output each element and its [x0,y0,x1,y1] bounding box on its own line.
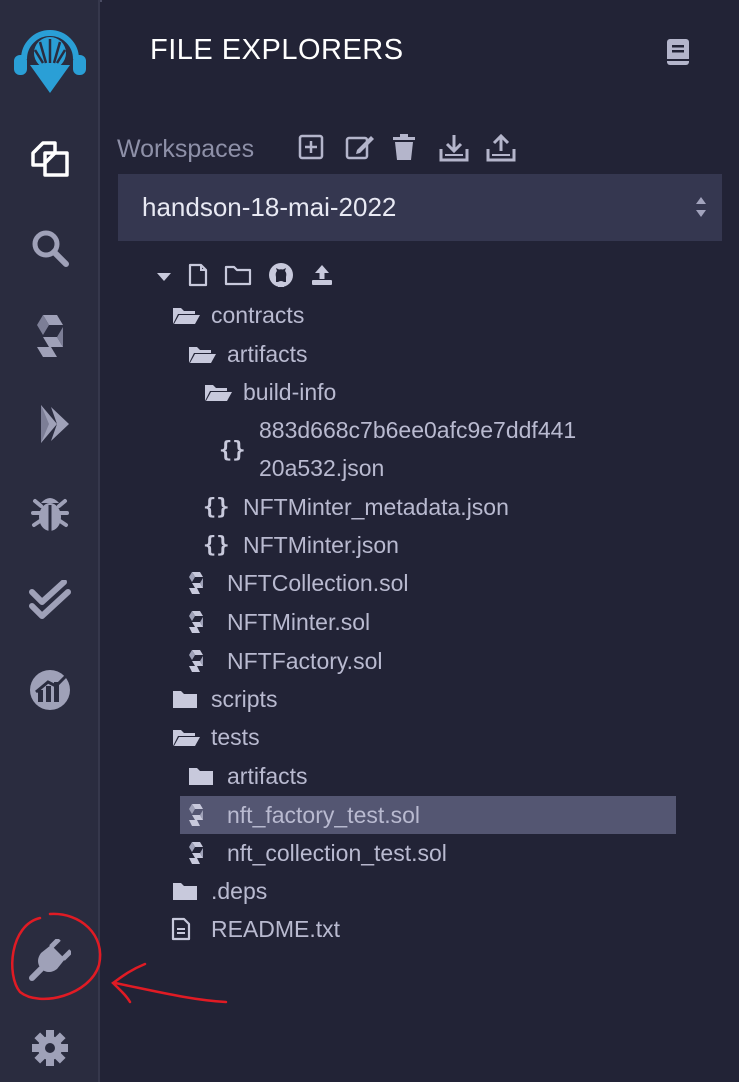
tree-item-label: artifacts [227,340,308,367]
tree-item-label: artifacts [227,762,308,789]
solidity-unit-testing-icon[interactable] [22,572,78,628]
tree-folder-contracts[interactable]: contracts [171,297,304,333]
text-file-icon [171,917,211,941]
file-explorer-panel: FILE EXPLORERS Workspaces handson-18-mai… [102,0,739,1082]
tree-folder-deps[interactable]: .deps [171,873,267,909]
caret-down-icon[interactable] [156,269,172,287]
folder-icon [171,688,211,710]
tree-file-readme-txt[interactable]: README.txt [171,911,340,947]
tree-item-label: NFTMinter_metadata.json [243,493,509,520]
solidity-file-icon [187,610,227,634]
solidity-file-icon [187,803,227,827]
tree-file-nftminter-metadata-json[interactable]: {} NFTMinter_metadata.json [203,489,509,525]
folder-open-icon [203,381,243,403]
tree-item-label: .deps [211,877,268,904]
documentation-icon[interactable] [665,38,691,71]
tree-file-nftfactory-sol[interactable]: NFTFactory.sol [187,643,382,679]
upload-icon[interactable] [310,263,334,292]
folder-icon [171,880,211,902]
github-icon[interactable] [268,262,294,293]
solidity-compiler-icon[interactable] [22,308,78,364]
restore-workspace-icon[interactable] [486,133,516,164]
tree-folder-artifacts[interactable]: artifacts [187,336,308,372]
tree-folder-tests-artifacts[interactable]: artifacts [187,758,308,794]
tree-item-label: nft_collection_test.sol [227,839,447,866]
tree-item-label: contracts [211,301,305,328]
download-workspace-icon[interactable] [439,134,469,164]
tree-item-label: NFTMinter.json [243,531,399,558]
debugger-icon[interactable] [22,484,78,540]
icon-rail [0,0,100,1082]
tree-folder-build-info[interactable]: build-info [203,374,336,410]
plugin-manager-icon[interactable] [22,932,78,988]
tree-file-nft-collection-test-sol[interactable]: nft_collection_test.sol [187,835,447,871]
analysis-icon[interactable] [22,662,78,718]
settings-icon[interactable] [22,1020,78,1076]
solidity-file-icon [187,649,227,673]
workspace-actions [298,133,516,164]
search-icon[interactable] [22,220,78,276]
json-file-icon: {} [203,532,230,558]
tree-item-label: 883d668c7b6ee0afc9e7ddf441 [259,417,577,443]
tree-item-label: scripts [211,685,278,712]
new-file-icon[interactable] [188,263,208,292]
json-file-icon: {} [203,494,230,520]
tree-item-label: tests [211,723,260,750]
tree-item-label: build-info [243,378,337,405]
rename-workspace-icon[interactable] [345,134,375,164]
solidity-file-icon [187,841,227,865]
tree-item-label: NFTMinter.sol [227,608,371,635]
tree-toolbar [156,262,334,293]
tree-folder-scripts[interactable]: scripts [171,681,277,717]
folder-open-icon [171,304,211,326]
create-workspace-icon[interactable] [298,134,328,164]
json-file-icon: {} [219,437,246,463]
folder-open-icon [171,726,211,748]
tree-item-label: README.txt [211,915,341,942]
remix-logo-icon[interactable] [8,24,92,96]
tree-item-label: NFTFactory.sol [227,647,383,674]
tree-file-nft-factory-test-sol[interactable]: nft_factory_test.sol [180,796,676,834]
tree-file-nftminter-json[interactable]: {} NFTMinter.json [203,527,399,563]
tree-file-build-info-json[interactable]: {} 883d668c7b6ee0afc9e7ddf441 20a532.jso… [219,412,576,488]
tree-item-label: NFTCollection.sol [227,569,409,596]
deploy-run-icon[interactable] [22,396,78,452]
file-explorer-icon[interactable] [22,130,78,186]
tree-folder-tests[interactable]: tests [171,719,260,755]
select-arrows-icon [694,194,708,227]
panel-title: FILE EXPLORERS [150,34,404,66]
tree-item-label-continued: 20a532.json [259,455,385,481]
delete-workspace-icon[interactable] [392,134,422,164]
tree-item-label-multiline: 883d668c7b6ee0afc9e7ddf441 20a532.json [259,411,576,487]
folder-open-icon [187,343,227,365]
workspace-select-value: handson-18-mai-2022 [142,192,397,222]
workspaces-label: Workspaces [117,135,255,163]
new-folder-icon[interactable] [224,264,252,291]
folder-icon [187,765,227,787]
solidity-file-icon [187,571,227,595]
tree-item-label: nft_factory_test.sol [227,801,421,828]
workspace-select[interactable]: handson-18-mai-2022 [118,174,722,241]
tree-file-nftcollection-sol[interactable]: NFTCollection.sol [187,565,409,601]
tree-file-nftminter-sol[interactable]: NFTMinter.sol [187,604,370,640]
